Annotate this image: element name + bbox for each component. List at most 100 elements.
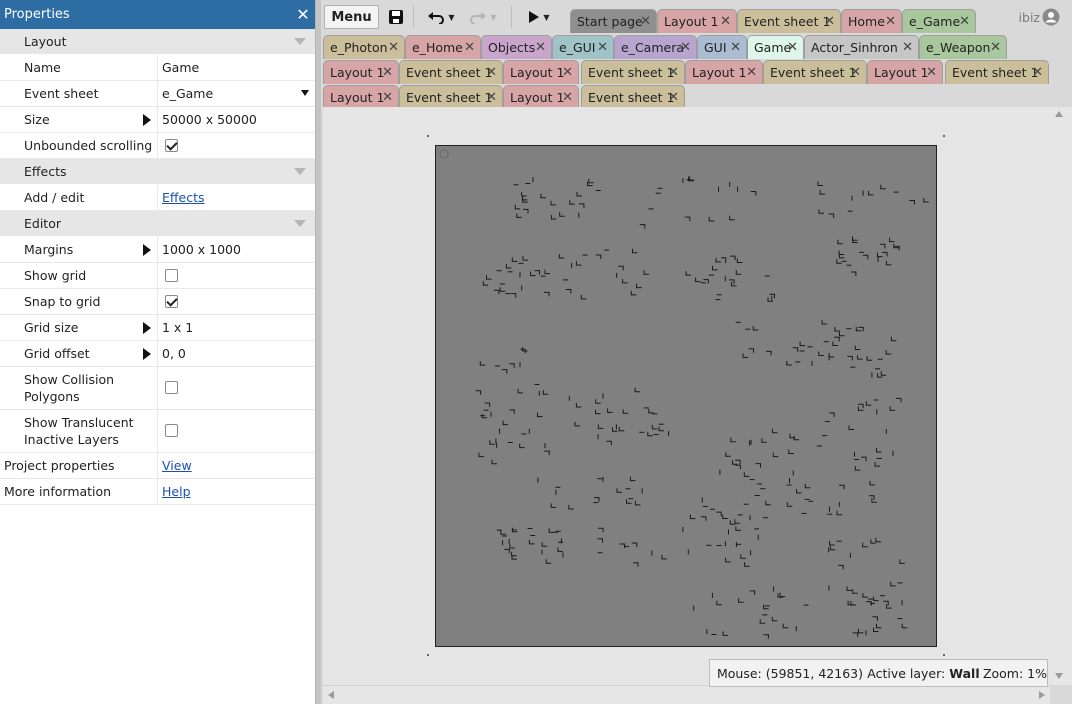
tab-event-sheet-1[interactable]: Event sheet 1 ✕ — [581, 60, 685, 84]
tab-close-icon[interactable]: ✕ — [720, 14, 731, 29]
tab-close-icon[interactable]: ✕ — [926, 65, 937, 80]
close-icon[interactable]: ✕ — [291, 5, 315, 24]
tab-e-camera[interactable]: e_Camera ✕ — [614, 35, 697, 59]
tab-e-home[interactable]: e_Home ✕ — [405, 35, 481, 59]
tab-actor-sinhron[interactable]: Actor_Sinhron ✕ — [804, 35, 919, 59]
tab-layout-1[interactable]: Layout 1 ✕ — [323, 60, 399, 84]
expand-arrow-icon[interactable] — [143, 114, 151, 126]
save-icon[interactable] — [385, 5, 407, 29]
expand-arrow-icon[interactable] — [143, 244, 151, 256]
expand-arrow-icon[interactable] — [143, 322, 151, 334]
menu-button[interactable]: Menu — [324, 5, 379, 29]
scroll-right-icon[interactable] — [1039, 691, 1045, 699]
redo-icon[interactable]: ▼ — [467, 5, 499, 29]
collapse-caret-icon[interactable] — [294, 220, 306, 227]
tab-start-page[interactable]: Start page ✕ — [570, 9, 657, 33]
layout-canvas[interactable] — [323, 107, 1050, 685]
show-collision-checkbox[interactable] — [165, 380, 178, 394]
size-value[interactable]: 50000 x 50000 — [158, 107, 315, 132]
tab-game[interactable]: Game ✕ — [747, 35, 804, 59]
dropdown-arrow-icon[interactable] — [301, 90, 309, 96]
view-link[interactable]: View — [162, 458, 192, 473]
section-effects[interactable]: Effects — [0, 159, 315, 185]
show-grid-checkbox[interactable] — [165, 269, 178, 282]
help-link[interactable]: Help — [162, 484, 191, 499]
event-sheet-select[interactable]: e_Game — [158, 81, 315, 106]
tab-close-icon[interactable]: ✕ — [668, 65, 679, 80]
tab-close-icon[interactable]: ✕ — [990, 40, 1001, 55]
tab-close-icon[interactable]: ✕ — [382, 90, 393, 105]
tab-event-sheet-1[interactable]: Event sheet 1 ✕ — [945, 60, 1049, 84]
tab-event-sheet-1[interactable]: Event sheet 1 ✕ — [399, 85, 503, 109]
tab-event-sheet-1[interactable]: Event sheet 1 ✕ — [399, 60, 503, 84]
play-icon[interactable]: ▼ — [521, 5, 557, 29]
play-dropdown-icon[interactable]: ▼ — [543, 13, 549, 22]
tab-objects[interactable]: Objects ✕ — [481, 35, 552, 59]
tab-close-icon[interactable]: ✕ — [959, 14, 970, 29]
layout-area[interactable] — [435, 145, 937, 647]
redo-dropdown-icon[interactable]: ▼ — [490, 13, 496, 22]
scroll-left-icon[interactable] — [328, 691, 334, 699]
tab-close-icon[interactable]: ✕ — [885, 14, 896, 29]
prop-label-collision: Show Collision Polygons — [0, 367, 158, 409]
expand-arrow-icon[interactable] — [143, 348, 151, 360]
grid-size-value[interactable]: 1 x 1 — [158, 315, 315, 340]
tab-label: Event sheet 1 — [406, 90, 493, 105]
tab-close-icon[interactable]: ✕ — [668, 90, 679, 105]
tab-e-game[interactable]: e_Game ✕ — [902, 9, 976, 33]
tab-close-icon[interactable]: ✕ — [562, 90, 573, 105]
tab-layout-1[interactable]: Layout 1 ✕ — [323, 85, 399, 109]
tab-e-photon[interactable]: e_Photon ✕ — [323, 35, 405, 59]
grid-offset-value[interactable]: 0, 0 — [158, 341, 315, 366]
tab-close-icon[interactable]: ✕ — [640, 14, 651, 29]
tab-label: Event sheet 1 — [588, 65, 675, 80]
margins-value[interactable]: 1000 x 1000 — [158, 237, 315, 262]
collapse-caret-icon[interactable] — [294, 168, 306, 175]
tab-close-icon[interactable]: ✕ — [850, 65, 861, 80]
tab-layout-1[interactable]: Layout 1 ✕ — [503, 60, 579, 84]
tab-close-icon[interactable]: ✕ — [730, 40, 741, 55]
section-layout[interactable]: Layout — [0, 29, 315, 55]
tab-event-sheet-1[interactable]: Event sheet 1 ✕ — [581, 85, 685, 109]
tab-close-icon[interactable]: ✕ — [535, 40, 546, 55]
collapse-caret-icon[interactable] — [294, 38, 306, 45]
prop-label: Show Translucent — [24, 415, 134, 430]
tab-e-gui[interactable]: e_GUI ✕ — [552, 35, 614, 59]
tab-close-icon[interactable]: ✕ — [680, 40, 691, 55]
tab-close-icon[interactable]: ✕ — [486, 90, 497, 105]
user-name[interactable]: ibiz — [1019, 10, 1040, 25]
tab-close-icon[interactable]: ✕ — [902, 40, 913, 55]
user-avatar-icon[interactable] — [1042, 8, 1060, 26]
tab-close-icon[interactable]: ✕ — [597, 40, 608, 55]
tab-layout-1[interactable]: Layout 1 ✕ — [657, 9, 737, 33]
tab-close-icon[interactable]: ✕ — [746, 65, 757, 80]
scroll-down-icon[interactable] — [1055, 673, 1063, 679]
tab-close-icon[interactable]: ✕ — [486, 65, 497, 80]
show-translucent-checkbox[interactable] — [165, 423, 178, 437]
undo-dropdown-icon[interactable]: ▼ — [448, 13, 454, 22]
tab-close-icon[interactable]: ✕ — [382, 65, 393, 80]
tab-close-icon[interactable]: ✕ — [464, 40, 475, 55]
section-editor[interactable]: Editor — [0, 211, 315, 237]
tab-close-icon[interactable]: ✕ — [388, 40, 399, 55]
name-value[interactable]: Game — [158, 55, 315, 80]
tab-layout-1[interactable]: Layout 1 ✕ — [867, 60, 943, 84]
unbounded-scrolling-checkbox[interactable] — [165, 139, 178, 152]
tab-event-sheet-1[interactable]: Event sheet 1 ✕ — [763, 60, 867, 84]
vertical-scrollbar[interactable] — [1050, 107, 1072, 685]
tab-close-icon[interactable]: ✕ — [562, 65, 573, 80]
tab-layout-1[interactable]: Layout 1 ✕ — [503, 85, 579, 109]
tab-close-icon[interactable]: ✕ — [1032, 65, 1043, 80]
tab-e-weapon[interactable]: e_Weapon ✕ — [919, 35, 1007, 59]
tab-close-icon[interactable]: ✕ — [787, 40, 798, 55]
tab-event-sheet-1[interactable]: Event sheet 1 ✕ — [737, 9, 841, 33]
tab-layout-1[interactable]: Layout 1 ✕ — [685, 60, 763, 84]
horizontal-scrollbar[interactable] — [323, 685, 1050, 704]
tab-gui[interactable]: GUI ✕ — [697, 35, 747, 59]
undo-icon[interactable]: ▼ — [425, 5, 457, 29]
scroll-up-icon[interactable] — [1055, 111, 1063, 117]
tab-close-icon[interactable]: ✕ — [824, 14, 835, 29]
snap-to-grid-checkbox[interactable] — [165, 295, 178, 308]
tab-home[interactable]: Home ✕ — [841, 9, 902, 33]
effects-link[interactable]: Effects — [162, 190, 205, 205]
